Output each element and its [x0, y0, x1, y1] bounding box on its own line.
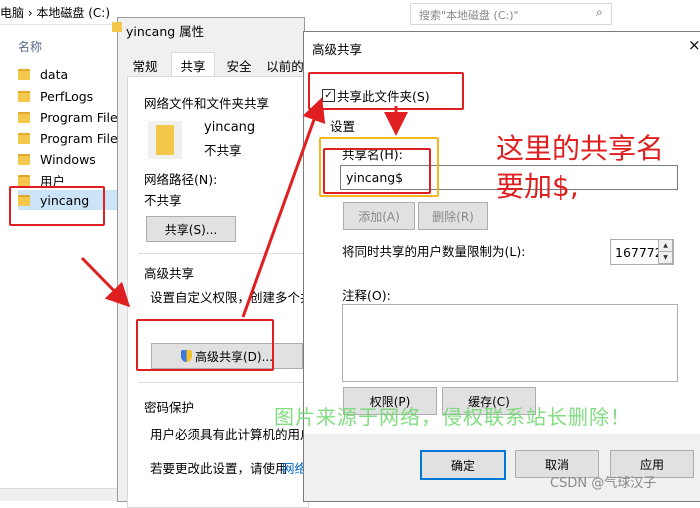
annotation-note-line1: 这里的共享名 [496, 132, 665, 165]
watermark-text: 图片来源于网络，侵权联系站长删除！ [274, 405, 631, 429]
annotation-note-line2: 要加$, [496, 170, 579, 203]
annotation-note: 这里的共享名 要加$, [496, 130, 664, 206]
credit-text: CSDN @气球汉子 [550, 476, 657, 491]
arrow-to-advanced [80, 256, 131, 308]
arrow-to-checkbox [241, 97, 326, 318]
